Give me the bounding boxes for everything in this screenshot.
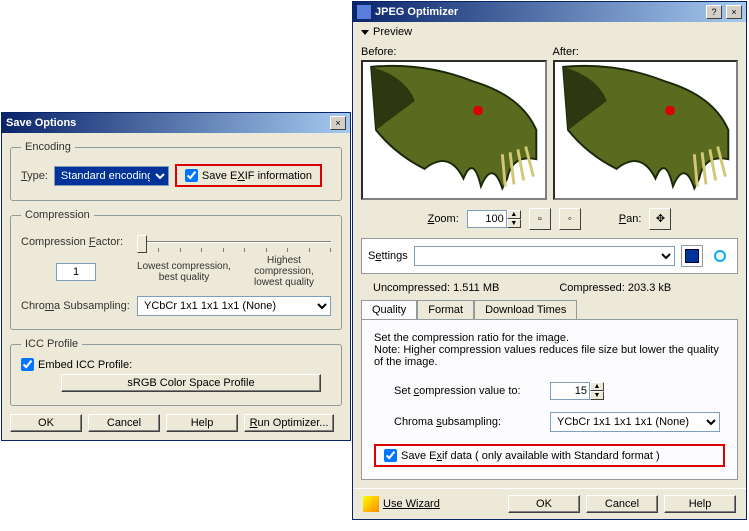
compression-legend: Compression xyxy=(21,209,94,221)
save-exif-label: Save EXIF information xyxy=(202,170,312,182)
zoom-1to1-button[interactable]: ◦ xyxy=(559,208,581,230)
floppy-icon xyxy=(685,249,699,263)
after-preview xyxy=(553,60,739,200)
window-title: JPEG Optimizer xyxy=(375,6,702,18)
save-options-dialog: Save Options × Encoding Type: Standard e… xyxy=(1,112,351,441)
run-optimizer-button[interactable]: Run Optimizer... xyxy=(244,414,334,432)
refresh-icon xyxy=(714,250,726,262)
type-label: Type: xyxy=(21,170,48,182)
exif-highlight-2: Save Exif data ( only available with Sta… xyxy=(374,444,725,467)
close-icon[interactable]: × xyxy=(330,116,346,130)
save-settings-button[interactable] xyxy=(681,245,703,267)
save-exif-input-2[interactable] xyxy=(384,449,397,462)
comp-input[interactable] xyxy=(550,382,590,400)
comp-value-label: Set compression value to: xyxy=(394,385,544,397)
chevron-down-icon xyxy=(361,30,369,35)
chroma-select[interactable]: YCbCr 1x1 1x1 1x1 (None) xyxy=(137,296,331,316)
embed-icc-label: Embed ICC Profile: xyxy=(38,359,132,371)
pan-button[interactable]: ✥ xyxy=(649,208,671,230)
zoom-spinner[interactable]: ▲▼ xyxy=(467,210,521,228)
intro-text-1: Set the compression ratio for the image. xyxy=(374,332,725,344)
compression-slider[interactable] xyxy=(137,232,331,252)
preview-toggle[interactable]: Preview xyxy=(353,22,746,42)
encoding-legend: Encoding xyxy=(21,141,75,153)
zoom-input[interactable] xyxy=(467,210,507,228)
chroma-label: Chroma Subsampling: xyxy=(21,300,131,312)
lowest-label: Lowest compression, best quality xyxy=(137,261,231,283)
settings-label: Settings xyxy=(368,250,408,262)
highest-label: Highest compression, lowest quality xyxy=(237,255,331,288)
encoding-type-select[interactable]: Standard encoding xyxy=(54,166,169,186)
chroma-label-2: Chroma subsampling: xyxy=(394,416,544,428)
compression-group: Compression Compression Factor: Lowest c… xyxy=(10,209,342,330)
window-title: Save Options xyxy=(6,117,326,129)
save-exif-input[interactable] xyxy=(185,169,198,182)
save-exif-checkbox[interactable]: Save EXIF information xyxy=(185,169,312,182)
intro-text-2: Note: Higher compression values reduces … xyxy=(374,344,725,368)
settings-select[interactable] xyxy=(414,246,675,266)
cancel-button[interactable]: Cancel xyxy=(586,495,658,513)
help-icon[interactable]: ? xyxy=(706,5,722,19)
spin-up-icon[interactable]: ▲ xyxy=(507,210,521,219)
icc-legend: ICC Profile xyxy=(21,338,82,350)
save-exif-checkbox-2[interactable]: Save Exif data ( only available with Sta… xyxy=(384,449,715,462)
titlebar[interactable]: Save Options × xyxy=(2,113,350,133)
app-icon xyxy=(357,5,371,19)
titlebar[interactable]: JPEG Optimizer ? × xyxy=(353,2,746,22)
icc-group: ICC Profile Embed ICC Profile: sRGB Colo… xyxy=(10,338,342,406)
wolf-image xyxy=(555,62,737,198)
factor-input[interactable] xyxy=(56,263,96,281)
use-wizard-link[interactable]: Use Wizard xyxy=(363,496,440,512)
spin-down-icon[interactable]: ▼ xyxy=(507,219,521,228)
quality-panel: Set the compression ratio for the image.… xyxy=(361,319,738,480)
spin-up-icon[interactable]: ▲ xyxy=(590,382,604,391)
tab-quality[interactable]: Quality xyxy=(361,300,417,319)
exif-highlight: Save EXIF information xyxy=(175,164,322,187)
wolf-image xyxy=(363,62,545,198)
settings-row: Settings xyxy=(361,238,738,274)
wand-icon xyxy=(363,496,379,512)
chroma-select-2[interactable]: YCbCr 1x1 1x1 1x1 (None) xyxy=(550,412,720,432)
after-label: After: xyxy=(553,46,739,58)
embed-icc-input[interactable] xyxy=(21,358,34,371)
save-exif-label-2: Save Exif data ( only available with Sta… xyxy=(401,450,660,462)
compressed-size: Compressed: 203.3 kB xyxy=(559,282,671,294)
tab-format[interactable]: Format xyxy=(417,300,474,319)
before-label: Before: xyxy=(361,46,547,58)
ok-button[interactable]: OK xyxy=(10,414,82,432)
help-button[interactable]: Help xyxy=(166,414,238,432)
icc-profile-button[interactable]: sRGB Color Space Profile xyxy=(61,374,321,392)
help-button[interactable]: Help xyxy=(664,495,736,513)
close-icon[interactable]: × xyxy=(726,5,742,19)
tabs: Quality Format Download Times xyxy=(361,300,738,319)
spin-down-icon[interactable]: ▼ xyxy=(590,391,604,400)
cancel-button[interactable]: Cancel xyxy=(88,414,160,432)
factor-label: Compression Factor: xyxy=(21,236,131,248)
comp-spinner[interactable]: ▲▼ xyxy=(550,382,604,400)
zoom-fit-button[interactable]: ▫ xyxy=(529,208,551,230)
before-preview xyxy=(361,60,547,200)
uncompressed-size: Uncompressed: 1.511 MB xyxy=(373,282,499,294)
jpeg-optimizer-dialog: JPEG Optimizer ? × Preview Before: After… xyxy=(352,1,747,520)
tab-download[interactable]: Download Times xyxy=(474,300,577,319)
pan-label: Pan: xyxy=(619,213,642,225)
embed-icc-checkbox[interactable]: Embed ICC Profile: xyxy=(21,358,331,371)
zoom-label: Zoom: xyxy=(428,213,459,225)
encoding-group: Encoding Type: Standard encoding Save EX… xyxy=(10,141,342,201)
ok-button[interactable]: OK xyxy=(508,495,580,513)
reset-button[interactable] xyxy=(709,245,731,267)
